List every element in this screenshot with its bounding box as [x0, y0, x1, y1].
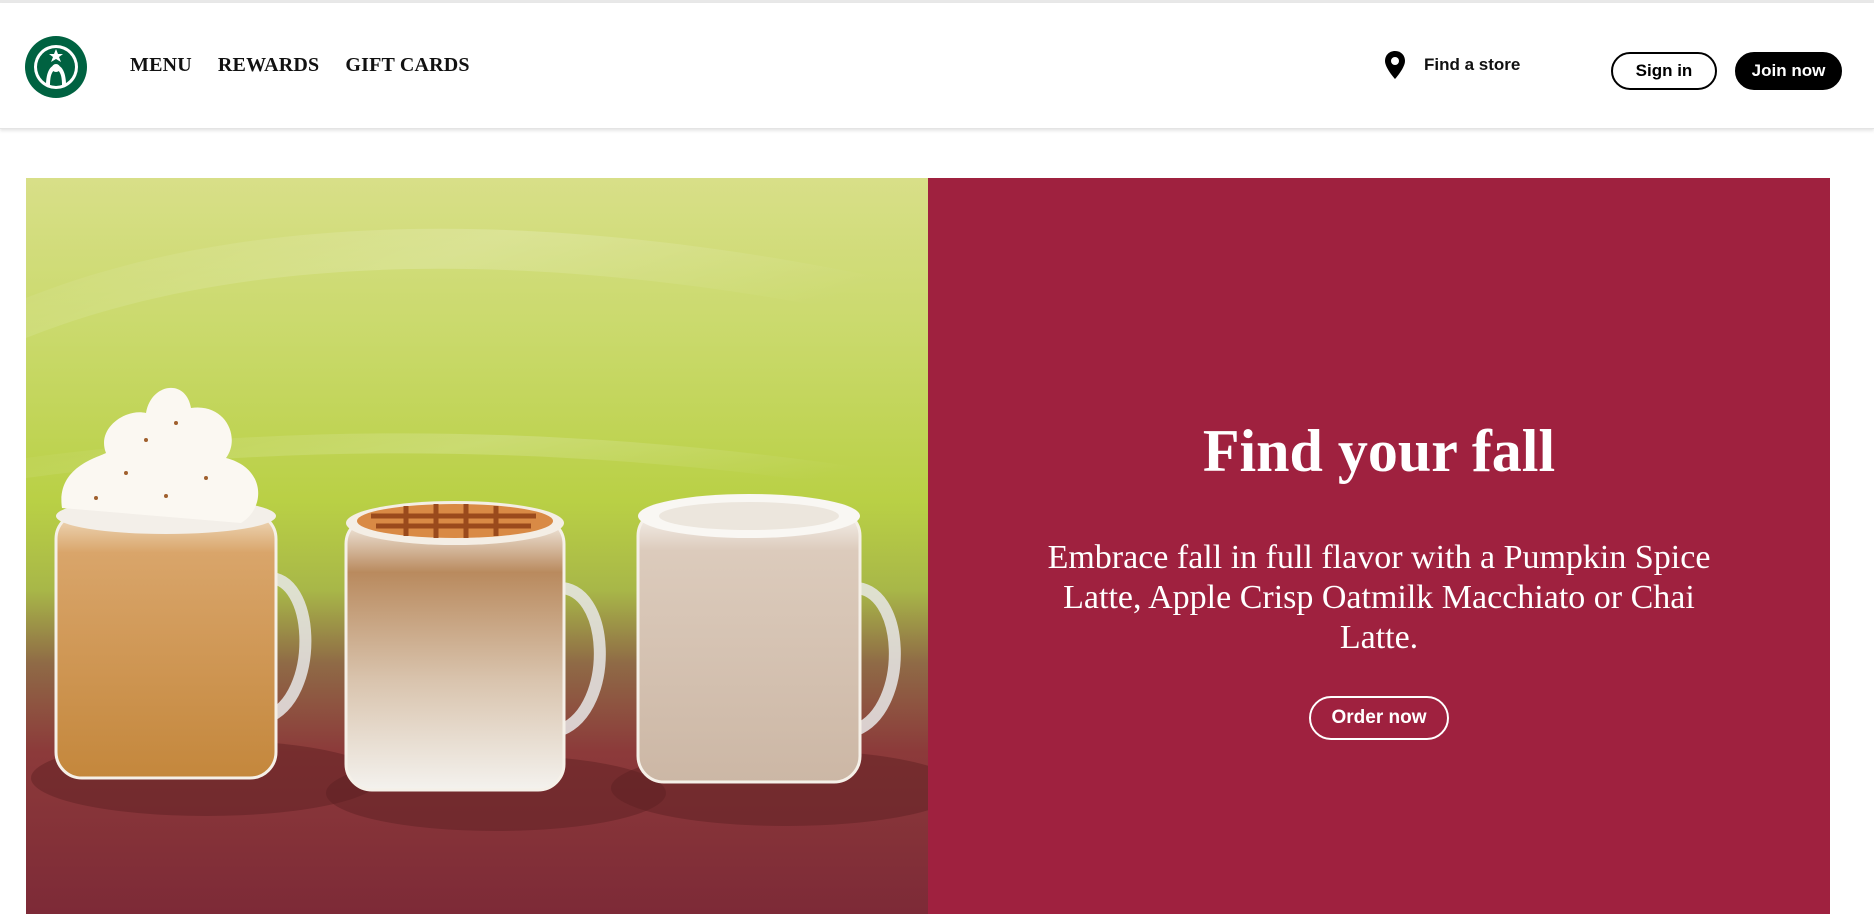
- location-pin-icon: [1385, 51, 1405, 79]
- find-store-label: Find a store: [1424, 55, 1521, 74]
- find-store-link[interactable]: Find a store: [1384, 51, 1520, 79]
- lattes-illustration: [26, 228, 928, 831]
- nav-menu[interactable]: MENU: [130, 54, 192, 77]
- join-now-button[interactable]: Join now: [1735, 52, 1842, 90]
- hero-title: Find your fall: [1202, 418, 1556, 484]
- nav-gift-cards[interactable]: GIFT CARDS: [345, 54, 469, 77]
- order-now-button[interactable]: Order now: [1309, 696, 1449, 740]
- hero-banner: Find your fall Embrace fall in full flav…: [26, 178, 1830, 914]
- sign-in-button[interactable]: Sign in: [1611, 52, 1717, 90]
- hero-text-panel: Find your fall Embrace fall in full flav…: [928, 178, 1830, 914]
- hero-image-fall-lattes: [26, 178, 928, 914]
- hero-description: Embrace fall in full flavor with a Pumpk…: [1047, 539, 1711, 656]
- nav-rewards[interactable]: REWARDS: [218, 54, 319, 77]
- starbucks-logo[interactable]: [24, 35, 88, 99]
- main-nav: MENU REWARDS GIFT CARDS: [130, 54, 470, 77]
- site-header: MENU REWARDS GIFT CARDS Find a store Sig…: [0, 3, 1874, 129]
